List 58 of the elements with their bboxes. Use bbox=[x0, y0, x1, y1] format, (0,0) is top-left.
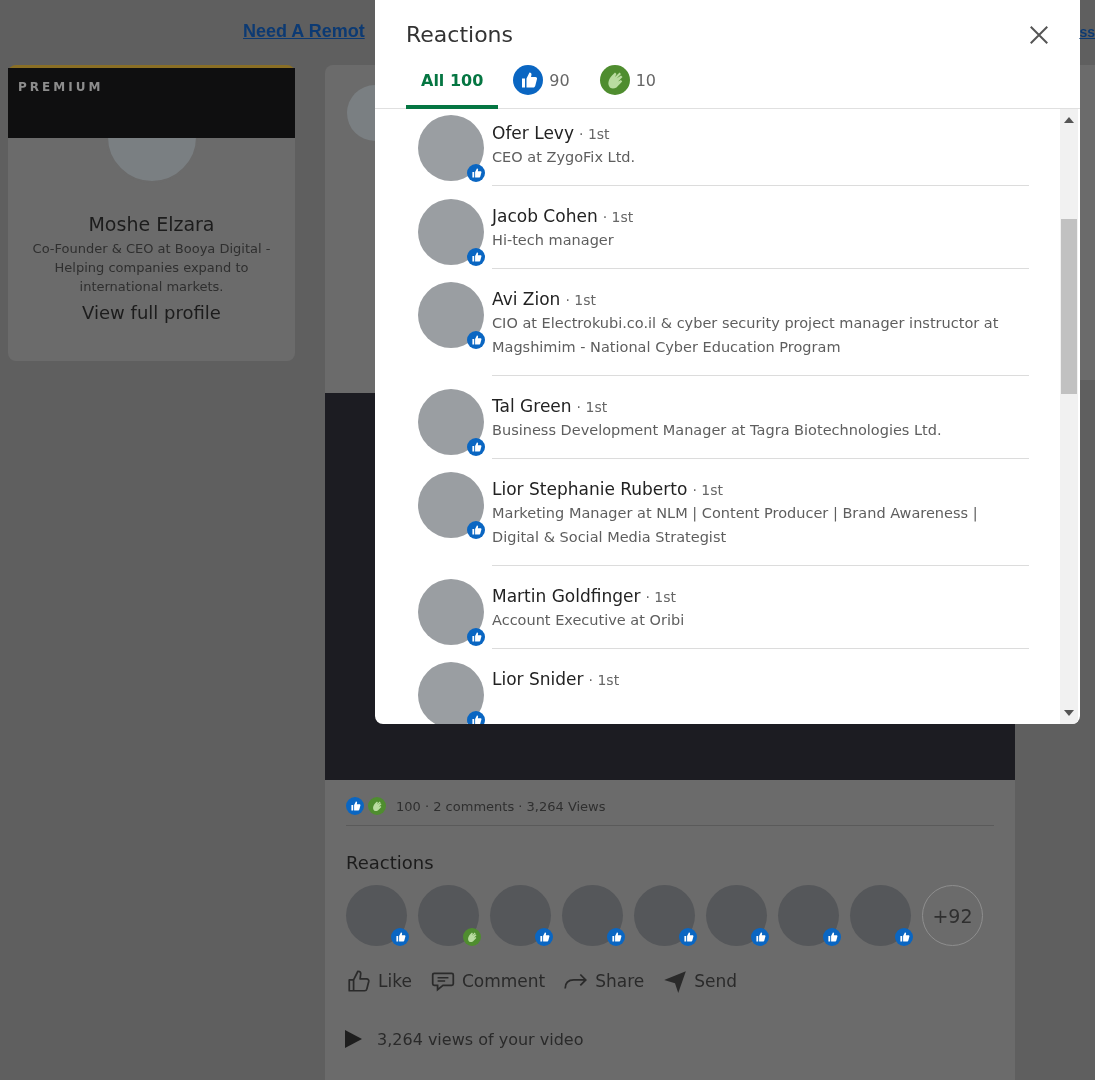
post-stats: 100 · 2 comments · 3,264 Views bbox=[396, 798, 606, 814]
person-name[interactable]: Martin Goldfinger bbox=[492, 586, 641, 606]
connection-degree: · 1st bbox=[588, 672, 620, 688]
view-profile-link[interactable]: View full profile bbox=[82, 302, 221, 323]
connection-degree: · 1st bbox=[565, 292, 596, 308]
person-avatar[interactable] bbox=[418, 662, 484, 724]
reaction-tab[interactable]: All 100 bbox=[406, 57, 499, 109]
person-headline: Business Development Manager at Tagra Biotechnologies Ltd. bbox=[492, 421, 943, 440]
dialog-title: Reactions bbox=[406, 22, 513, 47]
reaction-tab[interactable]: 10 bbox=[584, 57, 672, 109]
thumbs-up-icon bbox=[535, 928, 553, 946]
play-icon bbox=[343, 1028, 363, 1050]
person-name[interactable]: Lior Snider bbox=[492, 669, 584, 689]
thumbs-up-icon bbox=[467, 331, 485, 349]
thumbs-up-icon bbox=[679, 928, 697, 946]
clapping-hands-icon bbox=[463, 928, 481, 946]
person-name[interactable]: Tal Green bbox=[492, 396, 572, 416]
person-headline: CIO at Electrokubi.co.il & cyber security project manager instructor at Magshimim - National Cyber Education Program bbox=[492, 314, 1000, 357]
scrollbar-thumb[interactable] bbox=[1061, 219, 1077, 394]
close-icon[interactable] bbox=[1028, 23, 1050, 46]
premium-label: PREMIUM bbox=[18, 80, 104, 94]
thumbs-up-icon bbox=[467, 521, 485, 539]
reaction-tab[interactable]: 90 bbox=[498, 57, 585, 109]
video-views: 3,264 views of your video bbox=[377, 1029, 584, 1049]
profile-headline: Co-Founder & CEO at Booya Digital - Helping companies expand to international markets. bbox=[31, 240, 272, 296]
connection-degree: · 1st bbox=[602, 209, 634, 225]
thumbs-up-icon bbox=[391, 928, 409, 946]
person-name[interactable]: Jacob Cohen bbox=[492, 206, 598, 226]
thumbs-up-icon bbox=[467, 164, 485, 182]
thumbs-up-icon bbox=[346, 797, 364, 815]
thumbs-up-icon bbox=[823, 928, 841, 946]
scrollbar[interactable] bbox=[1060, 109, 1078, 724]
scroll-down-icon[interactable] bbox=[1064, 710, 1074, 716]
clapping-hands-icon bbox=[599, 65, 630, 95]
thumbs-up-icon bbox=[895, 928, 913, 946]
person-name[interactable]: Avi Zion bbox=[492, 289, 561, 309]
thumbs-up-icon bbox=[346, 968, 372, 994]
person-name[interactable]: Ofer Levy bbox=[492, 123, 574, 143]
person-headline: CEO at ZygoFix Ltd. bbox=[492, 148, 637, 167]
thumbs-up-icon bbox=[467, 628, 485, 646]
scroll-up-icon[interactable] bbox=[1064, 117, 1074, 123]
thumbs-up-icon bbox=[513, 65, 544, 95]
person-name[interactable]: Lior Stephanie Ruberto bbox=[492, 479, 688, 499]
thumbs-up-icon bbox=[467, 248, 485, 266]
profile-name: Moshe Elzara bbox=[88, 213, 215, 235]
paper-plane-icon bbox=[662, 968, 689, 994]
clapping-hands-icon bbox=[368, 797, 386, 815]
person-headline: Marketing Manager at NLM | Content Producer | Brand Awareness | Digital & Social Media Strategist bbox=[492, 504, 979, 547]
thumbs-up-icon bbox=[607, 928, 625, 946]
reactions-heading: Reactions bbox=[345, 851, 435, 875]
thumbs-up-icon bbox=[467, 438, 485, 456]
connection-degree: · 1st bbox=[576, 399, 608, 415]
thumbs-up-icon bbox=[751, 928, 769, 946]
person-headline: Account Executive at Oribi bbox=[492, 611, 686, 630]
person-headline: Hi-tech manager bbox=[492, 231, 615, 250]
connection-degree: · 1st bbox=[692, 482, 723, 498]
connection-degree: · 1st bbox=[579, 126, 610, 142]
connection-degree: · 1st bbox=[645, 589, 677, 605]
